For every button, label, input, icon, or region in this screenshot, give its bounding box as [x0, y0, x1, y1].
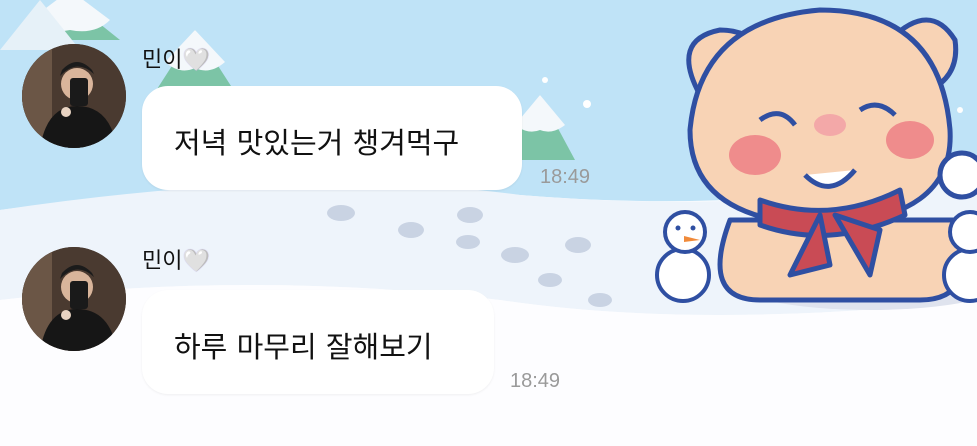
sender-name: 민이🤍 — [142, 48, 210, 73]
message-text: 하루 마무리 잘해보기 — [174, 330, 433, 364]
avatar[interactable] — [22, 247, 126, 351]
message-text: 저녁 맛있는거 챙겨먹구 — [174, 126, 460, 160]
message-time: 18:49 — [540, 166, 591, 188]
snowman-left — [655, 210, 711, 303]
white-heart-icon: 🤍 — [182, 249, 210, 274]
message-time: 18:49 — [510, 370, 561, 392]
pig-character — [686, 7, 977, 310]
sender-name: 민이🤍 — [142, 249, 210, 274]
avatar[interactable] — [22, 44, 126, 148]
white-heart-icon: 🤍 — [182, 48, 210, 73]
